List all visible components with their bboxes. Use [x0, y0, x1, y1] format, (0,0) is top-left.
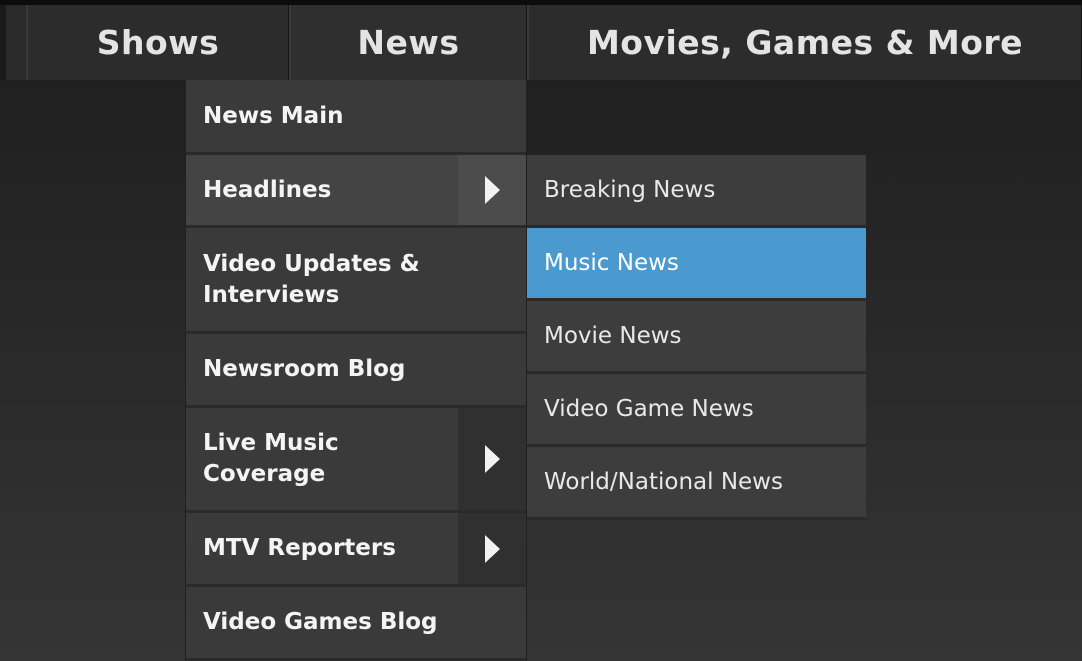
submenu-item-label: Music News	[544, 250, 679, 276]
submenu-item-music-news[interactable]: Music News	[527, 228, 866, 301]
menu-item-live-music-coverage[interactable]: Live Music Coverage	[186, 408, 526, 513]
submenu-item-label: World/National News	[544, 469, 783, 495]
headlines-submenu: Breaking News Music News Movie News Vide…	[527, 155, 866, 520]
nav-tab-label: Shows	[96, 23, 220, 62]
submenu-arrow-button[interactable]	[458, 155, 526, 225]
menu-item-label: Video Games Blog	[203, 609, 438, 635]
news-dropdown-menu: News Main Headlines Video Updates & Inte…	[185, 80, 527, 661]
submenu-item-label: Breaking News	[544, 177, 716, 203]
menu-item-label: Live Music Coverage	[203, 430, 339, 487]
submenu-arrow-button[interactable]	[458, 408, 526, 510]
menu-item-video-updates-interviews[interactable]: Video Updates & Interviews	[186, 228, 526, 334]
menu-item-label: Newsroom Blog	[203, 356, 406, 382]
menu-item-headlines[interactable]: Headlines	[186, 155, 526, 228]
menu-item-label: Video Updates & Interviews	[203, 250, 420, 308]
top-nav-bar: Shows News Movies, Games & More	[0, 0, 1082, 80]
nav-left-edge	[0, 5, 6, 80]
submenu-item-world-national-news[interactable]: World/National News	[527, 447, 866, 520]
nav-tab-movies-games-more[interactable]: Movies, Games & More	[527, 5, 1082, 80]
menu-item-newsroom-blog[interactable]: Newsroom Blog	[186, 334, 526, 408]
nav-tab-shows[interactable]: Shows	[26, 5, 289, 80]
menu-item-video-games-blog[interactable]: Video Games Blog	[186, 587, 526, 661]
submenu-item-movie-news[interactable]: Movie News	[527, 301, 866, 374]
nav-tab-label: Movies, Games & More	[586, 23, 1024, 62]
submenu-item-video-game-news[interactable]: Video Game News	[527, 374, 866, 447]
menu-item-mtv-reporters[interactable]: MTV Reporters	[186, 513, 526, 587]
submenu-item-label: Video Game News	[544, 396, 754, 422]
menu-item-label: News Main	[203, 102, 344, 129]
menu-item-label: Headlines	[203, 176, 332, 203]
submenu-item-label: Movie News	[544, 323, 682, 349]
nav-tab-news[interactable]: News	[289, 5, 527, 80]
submenu-arrow-button[interactable]	[458, 513, 526, 584]
nav-tab-label: News	[357, 23, 460, 62]
triangle-right-icon	[484, 176, 500, 204]
triangle-right-icon	[484, 534, 500, 563]
submenu-item-breaking-news[interactable]: Breaking News	[527, 155, 866, 228]
menu-item-news-main[interactable]: News Main	[186, 80, 526, 155]
triangle-right-icon	[484, 445, 500, 473]
menu-item-label: MTV Reporters	[203, 535, 396, 561]
